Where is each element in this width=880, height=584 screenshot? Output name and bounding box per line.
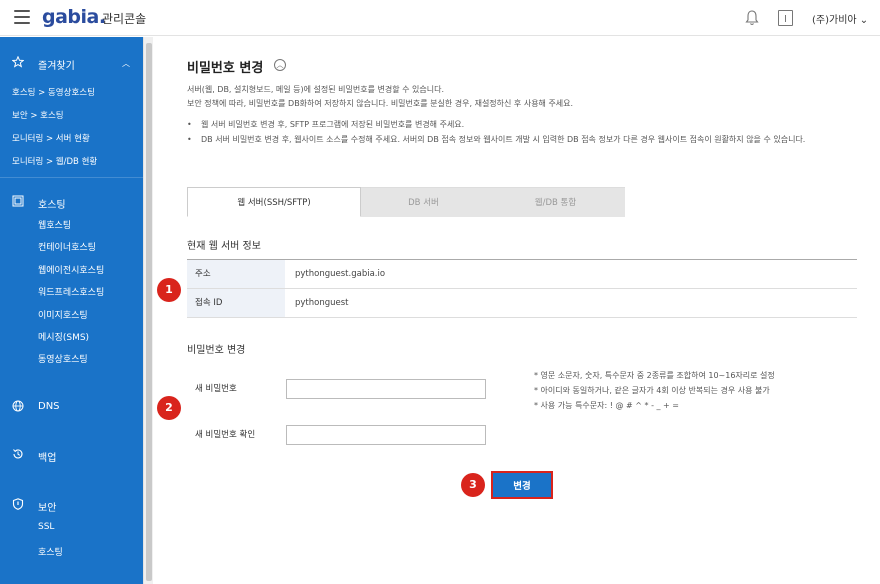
sidebar-item-hosting[interactable]: 컨테이너호스팅 — [38, 240, 96, 253]
favorite-link[interactable]: 모니터링 > 서버 현황 — [12, 132, 90, 144]
sidebar-item-hosting[interactable]: 워드프레스호스팅 — [38, 285, 104, 298]
tab-web-server[interactable]: 웹 서버(SSH/SFTP) — [187, 187, 361, 217]
favorite-link[interactable]: 보안 > 호스팅 — [12, 109, 64, 121]
notice-bullet: • DB 서버 비밀번호 변경 후, 웹사이트 소스를 수정해 주세요. 서버의 … — [187, 134, 867, 146]
shield-icon — [12, 498, 24, 510]
sidebar-hosting-label: 호스팅 — [38, 200, 66, 211]
sidebar-item-hosting[interactable]: 웹에이전시호스팅 — [38, 263, 104, 276]
star-icon — [12, 56, 24, 68]
confirm-password-label: 새 비밀번호 확인 — [195, 430, 256, 440]
favorite-link[interactable]: 호스팅 > 동영상호스팅 — [12, 86, 95, 98]
sidebar-security-label: 보안 — [38, 503, 57, 514]
description-line: 서버(웹, DB, 설치형보드, 메일 등)에 설정된 비밀번호를 변경할 수 … — [187, 85, 445, 94]
server-info-table: 주소 pythonguest.gabia.io 접속 ID pythongues… — [187, 259, 857, 318]
password-hint: * 아이디와 동일하거나, 같은 글자가 4회 이상 반복되는 경우 사용 불가 — [534, 386, 770, 395]
new-password-input[interactable] — [286, 379, 486, 399]
tab-db-server[interactable]: DB 서버 — [361, 187, 486, 217]
sidebar-favorites-label: 즐겨찾기 — [38, 61, 75, 72]
confirm-password-input[interactable] — [286, 425, 486, 445]
change-password-button[interactable]: 변경 — [491, 471, 553, 499]
step-badge: 1 — [157, 278, 181, 302]
chevron-down-icon: ⌄ — [856, 15, 869, 26]
tab-web-db[interactable]: 웹/DB 통합 — [486, 187, 625, 217]
password-hint: * 영문 소문자, 숫자, 특수문자 중 2종류를 조합하여 10~16자리로 … — [534, 371, 775, 380]
sidebar-item-hosting[interactable]: 메시징(SMS) — [38, 330, 89, 343]
sidebar-item-hosting[interactable]: 웹호스팅 — [38, 218, 71, 231]
password-section-title: 비밀번호 변경 — [187, 345, 246, 356]
scroll-thumb[interactable] — [146, 43, 152, 581]
backup-icon — [13, 449, 23, 459]
divider — [0, 177, 143, 178]
info-key: 접속 ID — [187, 289, 285, 317]
server-icon — [12, 195, 24, 207]
globe-icon — [12, 400, 24, 412]
password-hint: * 사용 가능 특수문자: ! @ # ^ * - _ + = — [534, 401, 679, 410]
notice-icon[interactable] — [778, 10, 793, 26]
info-key: 주소 — [187, 260, 285, 288]
user-menu[interactable]: (주)가비아 ⌄ — [812, 11, 868, 26]
step-badge: 3 — [461, 473, 485, 497]
sidebar-scrollbar[interactable] — [143, 37, 153, 584]
notice-text: DB 서버 비밀번호 변경 후, 웹사이트 소스를 수정해 주세요. 서버의 D… — [201, 135, 806, 144]
gabia-logo[interactable]: gabia. — [42, 6, 106, 28]
server-tabs: 웹 서버(SSH/SFTP) DB 서버 웹/DB 통합 — [187, 187, 625, 217]
sidebar-item-hosting[interactable]: 이미지호스팅 — [38, 308, 88, 321]
step-badge: 2 — [157, 396, 181, 420]
favorite-link[interactable]: 모니터링 > 웹/DB 현황 — [12, 155, 97, 167]
top-header: gabia. 관리콘솔 (주)가비아 ⌄ — [0, 0, 880, 36]
bell-icon[interactable] — [745, 10, 759, 26]
chevron-up-icon[interactable]: ︿ — [122, 58, 130, 69]
sidebar-item-security[interactable]: SSL — [38, 522, 54, 532]
main-content: 비밀번호 변경 ︿ 서버(웹, DB, 설치형보드, 메일 등)에 설정된 비밀… — [154, 37, 880, 584]
sidebar-item-hosting[interactable]: 동영상호스팅 — [38, 352, 88, 365]
collapse-toggle-icon[interactable]: ︿ — [274, 59, 286, 71]
table-row: 접속 ID pythonguest — [187, 289, 857, 318]
new-password-label: 새 비밀번호 — [195, 384, 237, 394]
table-row: 주소 pythonguest.gabia.io — [187, 260, 857, 289]
sidebar-item-security[interactable]: 호스팅 — [38, 545, 63, 558]
console-title: 관리콘솔 — [102, 12, 147, 26]
sidebar-backup-label: 백업 — [38, 453, 57, 464]
page-title: 비밀번호 변경 — [187, 61, 264, 76]
sidebar-dns-label: DNS — [38, 401, 60, 412]
menu-icon[interactable] — [14, 10, 30, 24]
notice-text: 웹 서버 비밀번호 변경 후, SFTP 프로그램에 저장된 비밀번호를 변경해… — [201, 120, 465, 129]
notice-bullet: • 웹 서버 비밀번호 변경 후, SFTP 프로그램에 저장된 비밀번호를 변경… — [187, 119, 867, 131]
server-info-title: 현재 웹 서버 정보 — [187, 241, 261, 252]
info-value: pythonguest — [295, 298, 349, 308]
info-value: pythonguest.gabia.io — [295, 269, 386, 279]
description-line: 보안 정책에 따라, 비밀번호를 DB화하여 저장하지 않습니다. 비밀번호를 … — [187, 99, 574, 108]
sidebar: 즐겨찾기 호스팅 > 동영상호스팅 보안 > 호스팅 모니터링 > 서버 현황 … — [0, 37, 143, 584]
